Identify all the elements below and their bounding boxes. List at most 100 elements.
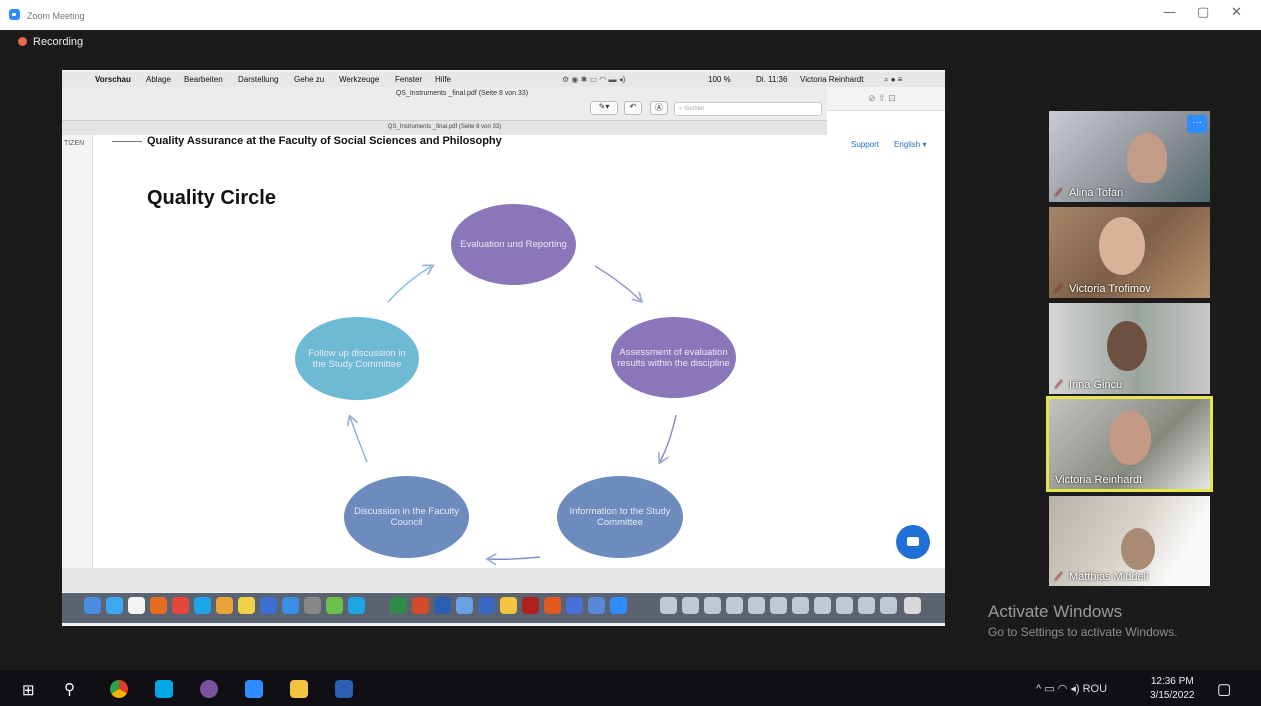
- browser-icons: ⊘ ⇧ ⊡: [868, 93, 896, 103]
- settings-icon: [304, 597, 321, 614]
- participant-name: ⟋ Matthias Middell: [1055, 571, 1149, 583]
- teams-icon: [566, 597, 583, 614]
- annotate-icon: Ⓐ: [650, 101, 668, 115]
- menu-item: Gehe zu: [294, 75, 325, 84]
- app-icon: [544, 597, 561, 614]
- document-icon: [726, 597, 743, 614]
- arrow-5: [387, 266, 432, 303]
- muted-mic-icon: ⟋: [1055, 380, 1062, 391]
- activate-windows-subtitle: Go to Settings to activate Windows.: [988, 625, 1178, 639]
- firefox-icon: [150, 597, 167, 614]
- app-icon: [500, 597, 517, 614]
- notification-icon[interactable]: ▢: [1217, 680, 1231, 698]
- chrome-icon: [326, 597, 343, 614]
- activate-windows-title: Activate Windows: [988, 602, 1123, 621]
- zoom-dock-icon: [610, 597, 627, 614]
- muted-mic-icon: ⟋: [1055, 284, 1062, 295]
- arrow-4: [350, 417, 368, 463]
- app-icon: [260, 597, 277, 614]
- zoom-app-icon: [9, 9, 20, 20]
- finder-icon: [84, 597, 101, 614]
- participant-name: Victoria Reinhardt: [1055, 474, 1143, 486]
- shared-bottom-bar: [62, 568, 945, 592]
- recording-indicator[interactable]: Recording: [18, 36, 83, 48]
- file-explorer-icon[interactable]: [290, 680, 308, 698]
- preview-sidebar: TIZEN: [62, 135, 93, 568]
- language-link: English ▾: [894, 140, 927, 149]
- participant-face: [1109, 411, 1151, 465]
- safari-icon: [106, 597, 123, 614]
- window-titlebar: Zoom Meeting — ▢ ✕: [0, 0, 1261, 30]
- skype-icon: [348, 597, 365, 614]
- taskbar-clock[interactable]: 12:36 PM 3/15/2022: [1150, 675, 1195, 703]
- participant-tile[interactable]: ⟋ Irina Gincu: [1049, 303, 1210, 394]
- participant-face: [1107, 321, 1147, 371]
- participant-tile[interactable]: ⟋ Victoria Trofimov: [1049, 207, 1210, 298]
- calendar-icon: [128, 597, 145, 614]
- menu-item: Bearbeiten: [184, 75, 223, 84]
- mac-menubar: Vorschau Ablage Bearbeiten Darstellung G…: [62, 72, 945, 87]
- menu-item: Darstellung: [238, 75, 279, 84]
- chat-bubble-icon: [896, 525, 930, 559]
- muted-mic-icon: ⟋: [1055, 572, 1062, 583]
- participant-tile[interactable]: ⟋ Matthias Middell: [1049, 496, 1210, 586]
- rotate-icon: ↶: [624, 101, 642, 115]
- support-link: Support: [851, 140, 880, 149]
- participant-name: ⟋ Alina Tofan: [1055, 187, 1124, 199]
- markup-icon: ✎▾: [590, 101, 618, 115]
- restore-button[interactable]: ▢: [1197, 5, 1209, 20]
- arrow-2: [660, 414, 677, 462]
- document-icon: [770, 597, 787, 614]
- browser-panel: [827, 87, 945, 575]
- node-information: Information to the Study Committee: [557, 476, 683, 558]
- participant-tile-active[interactable]: Victoria Reinhardt: [1046, 396, 1213, 492]
- viber-taskbar-icon[interactable]: [200, 680, 218, 698]
- acrobat-icon: [522, 597, 539, 614]
- menu-item: Werkzeuge: [339, 75, 380, 84]
- node-evaluation: Evaluation und Reporting: [451, 204, 576, 285]
- window-title: Zoom Meeting: [27, 11, 85, 21]
- document-icon: [836, 597, 853, 614]
- zoom-taskbar-icon[interactable]: [245, 680, 263, 698]
- chrome-taskbar-icon[interactable]: [110, 680, 128, 698]
- start-icon[interactable]: ⊞: [22, 681, 35, 699]
- participant-face: [1099, 217, 1145, 275]
- word-taskbar-icon[interactable]: [335, 680, 353, 698]
- document-icon: [682, 597, 699, 614]
- skype-icon: [194, 597, 211, 614]
- node-discussion: Discussion in the Faculty Council: [344, 476, 469, 558]
- arrow-1: [594, 265, 641, 301]
- close-button[interactable]: ✕: [1231, 5, 1242, 20]
- document-icon: [858, 597, 875, 614]
- excel-icon: [390, 597, 407, 614]
- participant-tile[interactable]: ⟋ Alina Tofan: [1049, 111, 1210, 202]
- participant-name: ⟋ Irina Gincu: [1055, 379, 1123, 391]
- search-icon[interactable]: ⚲: [64, 680, 75, 698]
- app-icon: [216, 597, 233, 614]
- clock-time: 12:36 PM: [1150, 676, 1194, 687]
- document-icon: [748, 597, 765, 614]
- participant-face: [1121, 528, 1155, 570]
- more-options-button[interactable]: ···: [1187, 115, 1207, 133]
- menu-clock: Di. 11:36: [756, 75, 788, 84]
- status-icons: ⚙ ◉ ✱ ▭ ◠ ▬ ◂): [562, 75, 626, 84]
- notes-icon: [238, 597, 255, 614]
- document-icon: [880, 597, 897, 614]
- powerpoint-icon: [412, 597, 429, 614]
- document-icon: [792, 597, 809, 614]
- menu-item: Ablage: [146, 75, 171, 84]
- menu-user: Victoria Reinhardt: [800, 75, 864, 84]
- opera-icon: [172, 597, 189, 614]
- language-indicator[interactable]: ROU: [1083, 683, 1107, 695]
- word-icon: [434, 597, 451, 614]
- skype-taskbar-icon[interactable]: [155, 680, 173, 698]
- search-input: ⌕ Suchen: [674, 102, 822, 116]
- minimize-button[interactable]: —: [1163, 5, 1176, 20]
- preview-toolbar: QS_Instruments _final.pdf (Seite 8 von 3…: [62, 87, 827, 121]
- document-title: QS_Instruments _final.pdf (Seite 8 von 3…: [395, 90, 529, 97]
- menu-item: Fenster: [395, 75, 423, 84]
- node-assessment: Assessment of evaluation results within …: [611, 317, 736, 398]
- trash-icon: [904, 597, 921, 614]
- spotlight-icon: ⌕ ● ≡: [884, 75, 903, 84]
- participant-face: [1127, 133, 1167, 183]
